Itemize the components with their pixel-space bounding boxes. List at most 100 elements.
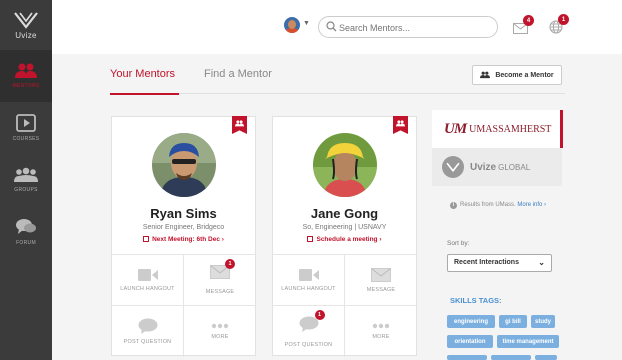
uvize-logo-icon	[14, 11, 38, 29]
skill-tag[interactable]: gi bill	[499, 315, 527, 328]
mentors-icon	[480, 71, 491, 79]
logo-text: Uvize	[15, 30, 37, 40]
top-bar: ▼ 4 1	[52, 0, 622, 54]
skill-tag[interactable]: engineering	[447, 315, 495, 328]
play-icon	[16, 114, 36, 132]
launch-hangout-button[interactable]: LAUNCH HANGOUT	[112, 255, 184, 306]
search-input[interactable]	[339, 20, 489, 35]
sort-selected-value: Recent Interactions	[454, 259, 519, 266]
sidebar: Uvize MENTORS COURSES GROUPS FORUM	[0, 0, 52, 360]
info-icon: i	[450, 202, 457, 209]
org-name: Uvize GLOBAL	[470, 161, 531, 173]
mentor-name[interactable]: Ryan Sims	[112, 206, 255, 221]
uvize-logo-icon	[442, 156, 464, 178]
chevron-down-icon[interactable]: ▼	[303, 20, 310, 27]
tab-your-mentors[interactable]: Your Mentors	[110, 68, 180, 95]
action-label: MESSAGE	[366, 286, 396, 293]
tab-find-a-mentor[interactable]: Find a Mentor	[204, 68, 272, 80]
skill-tag[interactable]: orientation	[447, 335, 493, 348]
user-avatar[interactable]	[284, 17, 300, 33]
forum-icon	[16, 219, 36, 234]
meeting-text: Schedule a meeting ›	[316, 236, 382, 243]
action-label: POST QUESTION	[123, 339, 172, 345]
search-bar	[318, 16, 498, 38]
mentor-photo-image	[152, 133, 216, 197]
action-label: MORE	[211, 334, 229, 340]
mentors-icon	[15, 63, 37, 78]
mentor-title: So, Engineering | USNAVY	[302, 224, 387, 231]
sidebar-item-courses[interactable]: COURSES	[0, 102, 52, 154]
skill-tag[interactable]: study	[531, 315, 555, 328]
more-button[interactable]: MORE	[184, 306, 256, 357]
post-question-button[interactable]: POST QUESTION	[112, 306, 184, 357]
sidebar-item-label: GROUPS	[14, 187, 38, 193]
results-info: i Results from UMass. More info ›	[450, 202, 546, 209]
more-info-link[interactable]: More info ›	[517, 202, 546, 208]
uvize-logo[interactable]: Uvize	[0, 0, 52, 50]
become-mentor-label: Become a Mentor	[495, 71, 554, 79]
sidebar-item-label: COURSES	[12, 136, 40, 142]
mentor-title: Senior Engineer, Bridgeco	[142, 224, 225, 231]
notifications-badge: 1	[558, 14, 569, 25]
messages-badge: 4	[523, 15, 534, 26]
mentors-icon	[235, 120, 244, 127]
action-label: LAUNCH HANGOUT	[120, 285, 175, 292]
groups-icon	[14, 167, 38, 182]
org-list-scrollbar[interactable]	[560, 110, 563, 148]
message-badge: 1	[225, 259, 235, 269]
meeting-text: Next Meeting: 6th Dec ›	[152, 236, 224, 243]
mentor-flag	[232, 116, 247, 134]
message-button[interactable]: MESSAGE	[345, 255, 417, 306]
skill-tag[interactable]: time management	[497, 335, 559, 348]
messages-button[interactable]: 4	[513, 15, 534, 39]
notifications-button[interactable]: 1	[549, 14, 569, 39]
results-text: Results from UMass.	[460, 202, 516, 208]
mentor-actions: LAUNCH HANGOUT 1 MESSAGE POST QUESTION M…	[112, 254, 256, 357]
mentor-photo[interactable]	[152, 133, 216, 197]
action-label: MESSAGE	[205, 289, 235, 295]
action-label: LAUNCH HANGOUT	[281, 285, 336, 292]
mentor-flag	[393, 116, 408, 134]
mentor-name[interactable]: Jane Gong	[273, 206, 416, 221]
skill-tag-partial[interactable]	[535, 355, 557, 360]
sort-select[interactable]: Recent Interactions ⌄	[447, 254, 552, 272]
chevron-down-icon: ⌄	[538, 258, 545, 267]
message-button[interactable]: 1 MESSAGE	[184, 255, 256, 306]
sidebar-item-forum[interactable]: FORUM	[0, 206, 52, 258]
org-name: UMASSAMHERST	[469, 123, 552, 135]
sidebar-item-label: MENTORS	[12, 83, 40, 89]
mentor-photo[interactable]	[313, 133, 377, 197]
envelope-icon	[371, 267, 391, 282]
calendar-icon	[143, 236, 150, 242]
org-uvize-global[interactable]: Uvize GLOBAL	[432, 148, 562, 186]
action-label: POST QUESTION	[284, 341, 333, 348]
video-icon	[137, 268, 158, 281]
chat-bubble-icon	[138, 318, 157, 334]
sidebar-item-mentors[interactable]: MENTORS	[0, 50, 52, 102]
skill-tag-partial[interactable]	[491, 355, 531, 360]
search-icon	[326, 21, 337, 32]
mentor-photo-image	[313, 133, 377, 197]
launch-hangout-button[interactable]: LAUNCH HANGOUT	[273, 255, 345, 306]
mentors-icon	[396, 120, 405, 127]
sort-label: Sort by:	[447, 240, 470, 247]
sidebar-item-label: FORUM	[16, 240, 36, 246]
mentor-card: Ryan Sims Senior Engineer, Bridgeco Next…	[111, 116, 256, 357]
org-umass[interactable]: UM UMASSAMHERST	[432, 110, 562, 148]
sidebar-item-groups[interactable]: GROUPS	[0, 154, 52, 206]
skill-tag-partial[interactable]	[447, 355, 487, 360]
become-mentor-button[interactable]: Become a Mentor	[472, 65, 562, 85]
mentor-card: Jane Gong So, Engineering | USNAVY Sched…	[272, 116, 417, 357]
ellipsis-icon	[211, 323, 229, 329]
post-question-button[interactable]: 1 POST QUESTION	[273, 306, 345, 357]
next-meeting-link[interactable]: Next Meeting: 6th Dec ›	[112, 236, 255, 243]
skills-label: SKILLS TAGS:	[450, 296, 502, 305]
schedule-meeting-link[interactable]: Schedule a meeting ›	[273, 236, 416, 243]
action-label: MORE	[372, 334, 390, 340]
question-badge: 1	[314, 309, 325, 320]
mentor-actions: LAUNCH HANGOUT MESSAGE 1 POST QUESTION M…	[273, 254, 417, 357]
calendar-icon	[307, 236, 314, 242]
more-button[interactable]: MORE	[345, 306, 417, 357]
ellipsis-icon	[372, 323, 390, 329]
umass-logo: UM	[444, 120, 467, 137]
